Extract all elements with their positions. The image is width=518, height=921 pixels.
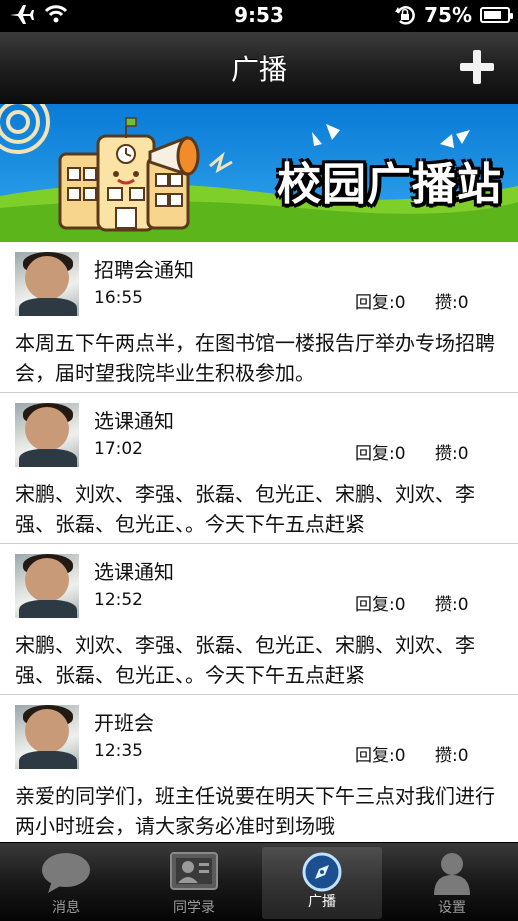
tab-label: 消息 xyxy=(52,900,80,916)
post-body: 宋鹏、刘欢、李强、张磊、包光正、宋鹏、刘欢、李强、张磊、包光正、。今天下午五点赶… xyxy=(15,633,475,687)
list-item[interactable]: 选课通知 17:02 回复:0 攒:0 宋鹏、刘欢、李强、张磊、包光正、宋鹏、刘… xyxy=(0,393,518,544)
post-title: 开班会 xyxy=(94,711,154,735)
battery-icon xyxy=(480,7,513,23)
reply-count: 回复:0 xyxy=(355,595,406,615)
post-time: 16:55 xyxy=(94,288,143,308)
add-button[interactable] xyxy=(460,50,494,84)
reply-count: 回复:0 xyxy=(355,293,406,313)
like-count: 攒:0 xyxy=(435,746,469,766)
broadcast-list: 招聘会通知 16:55 回复:0 攒:0 本周五下午两点半，在图书馆一楼报告厅举… xyxy=(0,242,518,845)
tab-messages[interactable]: 消息 xyxy=(6,843,126,921)
rotation-lock-icon xyxy=(395,6,416,25)
like-count: 攒:0 xyxy=(435,444,469,464)
banner-title: 校园广播站 xyxy=(277,159,502,210)
avatar xyxy=(15,403,79,467)
tab-classmates[interactable]: 同学录 xyxy=(134,843,254,921)
chat-bubble-icon xyxy=(42,853,90,893)
post-title: 选课通知 xyxy=(94,409,174,433)
tab-settings[interactable]: 设置 xyxy=(392,843,512,921)
status-bar: 9:53 75% xyxy=(0,0,518,32)
post-body: 本周五下午两点半，在图书馆一楼报告厅举办专场招聘会，届时望我院毕业生积极参加。 xyxy=(15,331,495,385)
list-item[interactable]: 选课通知 12:52 回复:0 攒:0 宋鹏、刘欢、李强、张磊、包光正、宋鹏、刘… xyxy=(0,544,518,695)
battery-percent: 75% xyxy=(424,3,472,27)
nav-bar: 广播 xyxy=(0,32,518,105)
person-icon xyxy=(434,853,470,895)
post-time: 12:52 xyxy=(94,590,143,610)
tab-label: 同学录 xyxy=(173,900,215,916)
reply-count: 回复:0 xyxy=(355,746,406,766)
avatar xyxy=(15,705,79,769)
status-right: 75% xyxy=(394,3,513,27)
page-title: 广播 xyxy=(230,53,287,86)
post-time: 17:02 xyxy=(94,439,143,459)
avatar xyxy=(15,554,79,618)
list-item[interactable]: 招聘会通知 16:55 回复:0 攒:0 本周五下午两点半，在图书馆一楼报告厅举… xyxy=(0,242,518,393)
post-body: 宋鹏、刘欢、李强、张磊、包光正、宋鹏、刘欢、李强、张磊、包光正、。今天下午五点赶… xyxy=(15,482,475,536)
tab-broadcast[interactable]: 广播 xyxy=(262,847,382,919)
banner: 校园广播站 xyxy=(0,104,518,242)
reply-count: 回复:0 xyxy=(355,444,406,464)
tab-bar: 消息 同学录 广播 设置 xyxy=(0,842,518,921)
avatar xyxy=(15,252,79,316)
like-count: 攒:0 xyxy=(435,293,469,313)
contact-card-icon xyxy=(170,852,218,890)
list-item[interactable]: 开班会 12:35 回复:0 攒:0 亲爱的同学们，班主任说要在明天下午三点对我… xyxy=(0,695,518,845)
tab-label: 设置 xyxy=(438,900,466,916)
like-count: 攒:0 xyxy=(435,595,469,615)
post-time: 12:35 xyxy=(94,741,143,761)
post-title: 招聘会通知 xyxy=(94,258,194,282)
post-body: 亲爱的同学们，班主任说要在明天下午三点对我们进行两小时班会，请大家务必准时到场哦 xyxy=(15,784,495,838)
compass-icon xyxy=(302,852,342,892)
tab-label: 广播 xyxy=(308,894,336,910)
post-title: 选课通知 xyxy=(94,560,174,584)
battery-fill xyxy=(484,11,501,19)
